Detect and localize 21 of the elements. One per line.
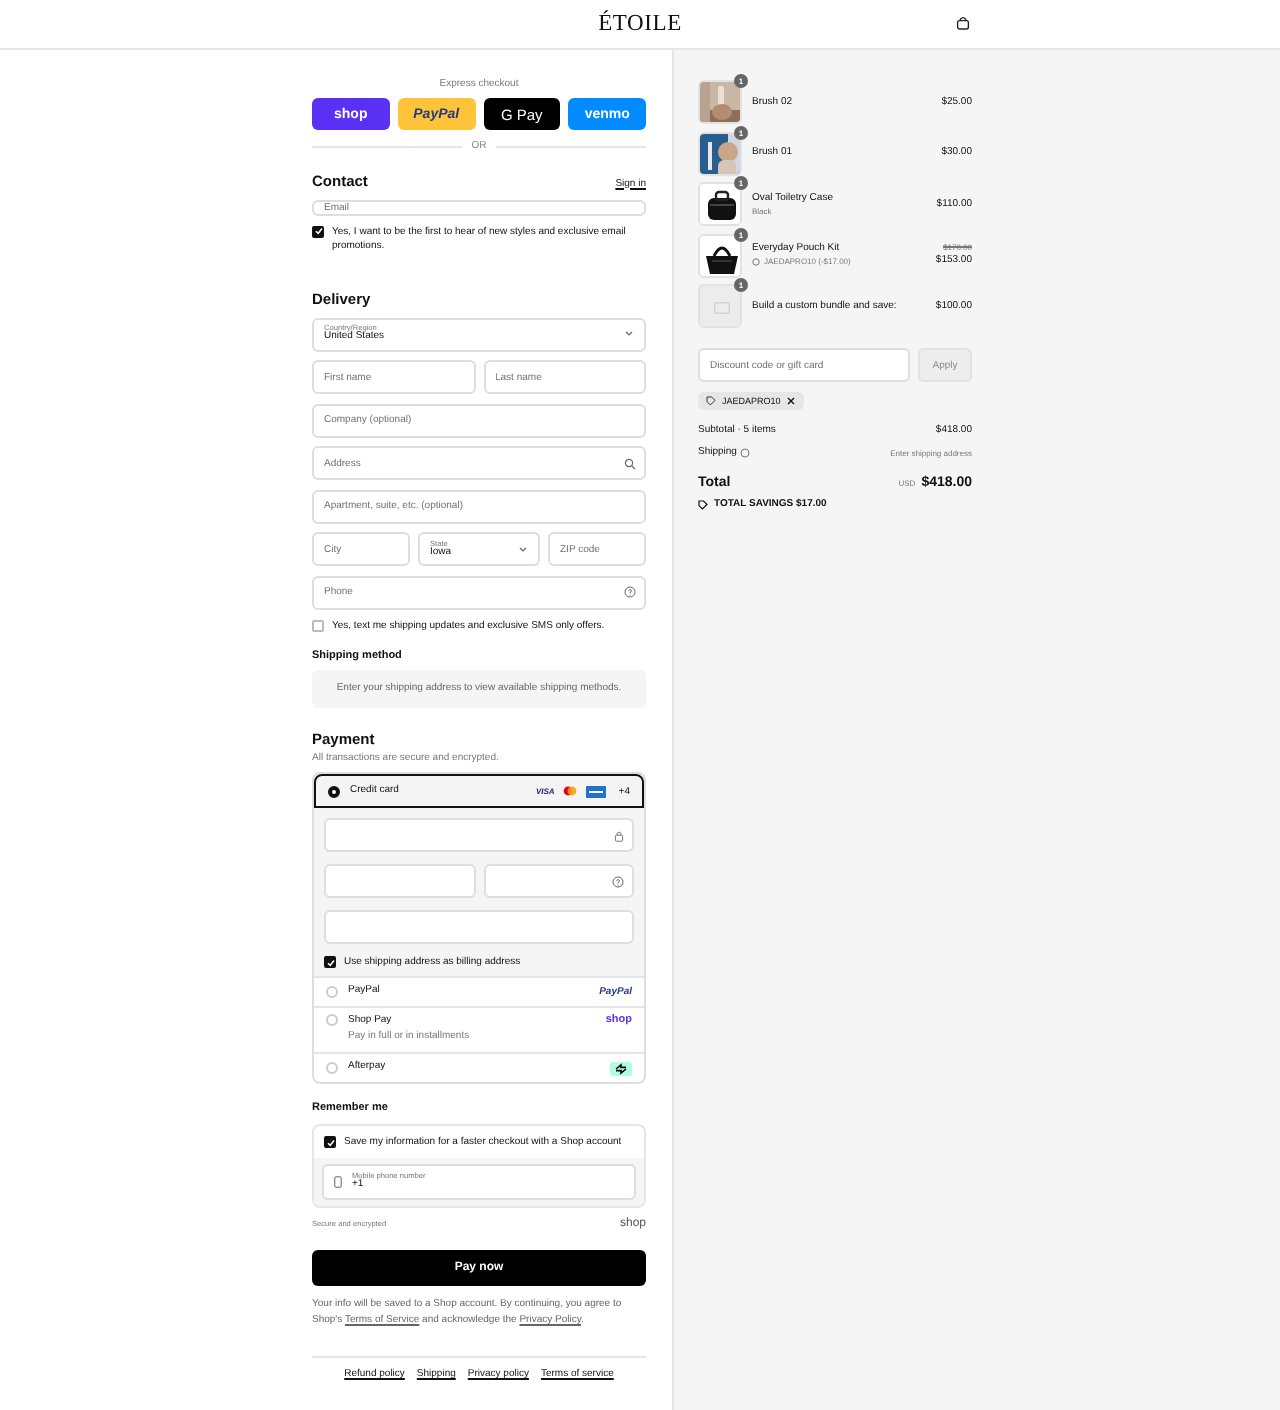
input-field[interactable] — [483, 864, 634, 899]
card-brand-icon — [562, 786, 579, 797]
check-icon — [325, 1137, 335, 1148]
input-field[interactable] — [324, 864, 475, 899]
input-field[interactable] — [324, 818, 634, 853]
check-icon — [325, 957, 335, 968]
image-placeholder-icon — [714, 302, 730, 314]
radio-button[interactable] — [328, 785, 340, 798]
card-brand-icon — [586, 785, 607, 798]
input-field[interactable] — [324, 910, 634, 945]
chevron-down-icon — [518, 545, 528, 554]
checkbox[interactable] — [312, 619, 324, 632]
close-icon[interactable] — [786, 396, 797, 406]
chevron-down-icon — [624, 330, 634, 339]
search-icon — [624, 457, 636, 470]
check-icon — [313, 226, 323, 236]
bag-icon[interactable] — [956, 16, 970, 30]
logo[interactable]: ÉTOILE — [598, 12, 682, 36]
lock-icon — [614, 829, 624, 842]
afterpay-icon — [610, 1061, 632, 1076]
phone-icon — [334, 1176, 342, 1189]
